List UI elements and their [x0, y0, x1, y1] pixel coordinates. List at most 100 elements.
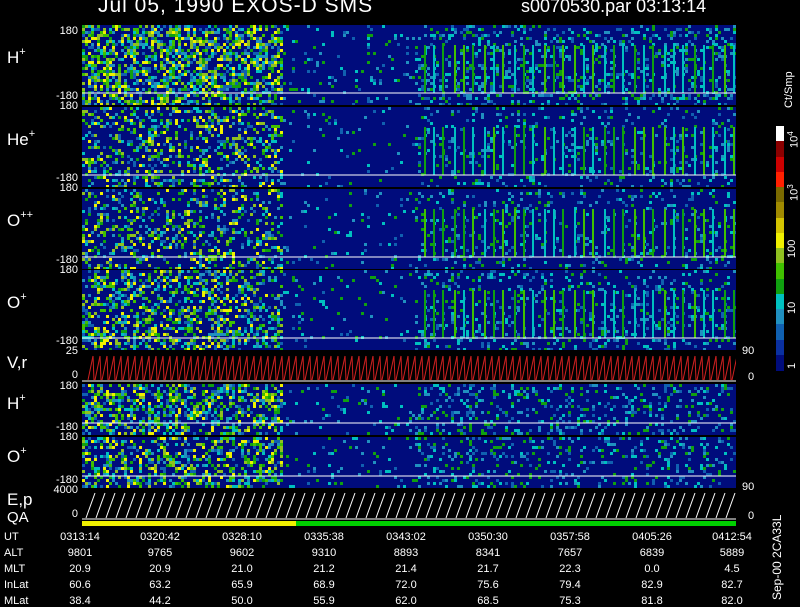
spectrogram-cell — [217, 119, 220, 122]
spectrogram-cell — [82, 234, 85, 237]
spectrogram-cell — [106, 155, 109, 158]
spectrogram-cell — [244, 234, 247, 237]
spectrogram-cell — [133, 252, 136, 255]
spectrogram-cell — [418, 103, 421, 105]
spectrogram-cell — [163, 103, 166, 105]
spectrogram-cell — [538, 49, 541, 52]
spectrogram-cell — [124, 294, 127, 297]
spectrogram-cell — [196, 327, 199, 330]
spectrogram-cell — [127, 161, 130, 164]
spectrogram-cell — [223, 303, 226, 306]
spectrogram-cell — [190, 285, 193, 288]
spectrogram-cell — [196, 185, 199, 187]
spectrogram-cell — [580, 103, 583, 105]
spectrogram-cell — [283, 97, 286, 100]
spectrogram-cell — [292, 327, 295, 330]
spectrogram-cell — [271, 37, 274, 40]
spectrogram-cell — [595, 201, 598, 204]
spectrogram-cell — [517, 264, 520, 267]
spectrogram-cell — [271, 234, 274, 237]
spectrogram-cell — [583, 264, 586, 267]
spectrogram-cell — [217, 342, 220, 345]
spectrogram-cell — [601, 143, 604, 146]
spectrogram-cell — [274, 140, 277, 143]
spectrogram-cell — [274, 339, 277, 342]
spectrogram-cell — [625, 210, 628, 213]
spectrogram-cell — [430, 113, 433, 116]
spectrogram-cell — [247, 312, 250, 315]
spectrogram-cell — [151, 76, 154, 79]
spectrogram-cell — [136, 28, 139, 31]
spectrogram-cell — [688, 219, 691, 222]
spectrogram-cell — [274, 88, 277, 91]
spectrogram-cell — [241, 285, 244, 288]
spectrogram-cell — [628, 73, 631, 76]
spectrogram-cell — [91, 76, 94, 79]
spectrogram-cell — [265, 76, 268, 79]
spectrogram-cell — [133, 37, 136, 40]
spectrogram-cell — [187, 345, 190, 348]
spectrogram-cell — [268, 321, 271, 324]
spectrogram-cell — [220, 46, 223, 49]
spectrogram-cell — [250, 327, 253, 330]
spectrogram-cell — [559, 37, 562, 40]
spectrogram-cell — [478, 164, 481, 167]
spectrogram-cell — [169, 345, 172, 348]
spectrogram-cell — [715, 131, 718, 134]
spectrogram-cell — [577, 100, 580, 103]
spectrogram-cell — [130, 73, 133, 76]
spectrogram-cell — [493, 127, 495, 175]
spectrogram-cell — [238, 270, 241, 273]
spectrogram-cell — [163, 131, 166, 134]
spectrogram-cell — [142, 303, 145, 306]
spectrogram-cell — [670, 219, 673, 222]
spectrogram-cell — [127, 85, 130, 88]
spectrogram-cell — [127, 34, 130, 37]
spectrogram-cell — [253, 318, 256, 321]
spectrogram-cell — [85, 189, 88, 192]
spectrogram-cell — [232, 198, 235, 201]
spectrogram-cell — [133, 315, 136, 318]
spectrogram-cell — [676, 73, 679, 76]
spectrogram-cell — [529, 192, 532, 195]
spectrogram-cell — [217, 252, 220, 255]
spectrogram-cell — [382, 222, 385, 225]
spectrogram-cell — [97, 264, 100, 267]
spectrogram-cell — [526, 76, 529, 79]
spectrogram-cell — [358, 128, 361, 131]
spectrogram-cell — [631, 185, 634, 187]
spectrogram-cell — [124, 88, 127, 91]
spectrogram-cell — [175, 237, 178, 240]
spectrogram-cell — [154, 182, 157, 185]
spectrogram-cell — [253, 146, 256, 149]
spectrogram-cell — [94, 225, 97, 228]
spectrogram-cell — [610, 182, 613, 185]
spectrogram-cell — [94, 207, 97, 210]
spectrogram-cell — [718, 88, 721, 91]
spectrogram-cell — [211, 119, 214, 122]
spectrogram-cell — [175, 137, 178, 140]
spectrogram-cell — [163, 225, 166, 228]
spectrogram-cell — [214, 207, 217, 210]
spectrogram-cell — [568, 76, 571, 79]
spectrogram-cell — [148, 339, 151, 342]
spectrogram-cell — [268, 231, 271, 234]
spectrogram-cell — [118, 116, 121, 119]
spectrogram-cell — [649, 97, 652, 100]
spectrogram-cell — [664, 45, 666, 93]
spectrogram-cell — [235, 152, 238, 155]
spectrogram-cell — [370, 76, 373, 79]
spectrogram-cell — [472, 195, 475, 198]
spectrogram-cell — [169, 28, 172, 31]
spectrogram-cell — [205, 64, 208, 67]
spectrogram-cell — [127, 103, 130, 105]
spectrogram-cell — [130, 88, 133, 91]
spectrogram-cell — [115, 243, 118, 246]
spectrogram-cell — [214, 345, 217, 348]
spectrogram-cell — [283, 246, 286, 249]
spectrogram-cell — [139, 137, 142, 140]
spectrogram-cell — [199, 64, 202, 67]
spectrogram-cell — [85, 312, 88, 315]
spectrogram-cell — [124, 321, 127, 324]
spectrogram-cell — [463, 204, 466, 207]
